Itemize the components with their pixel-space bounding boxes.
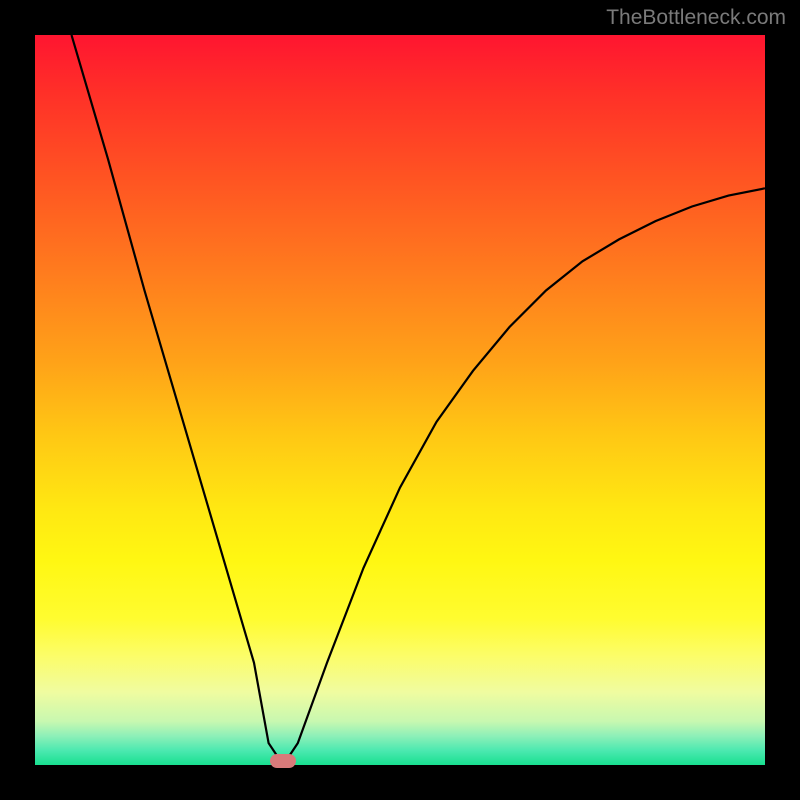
- chart-plot-area: [35, 35, 765, 765]
- bottleneck-curve: [35, 35, 765, 765]
- watermark-text: TheBottleneck.com: [606, 6, 786, 30]
- optimal-marker: [270, 754, 296, 768]
